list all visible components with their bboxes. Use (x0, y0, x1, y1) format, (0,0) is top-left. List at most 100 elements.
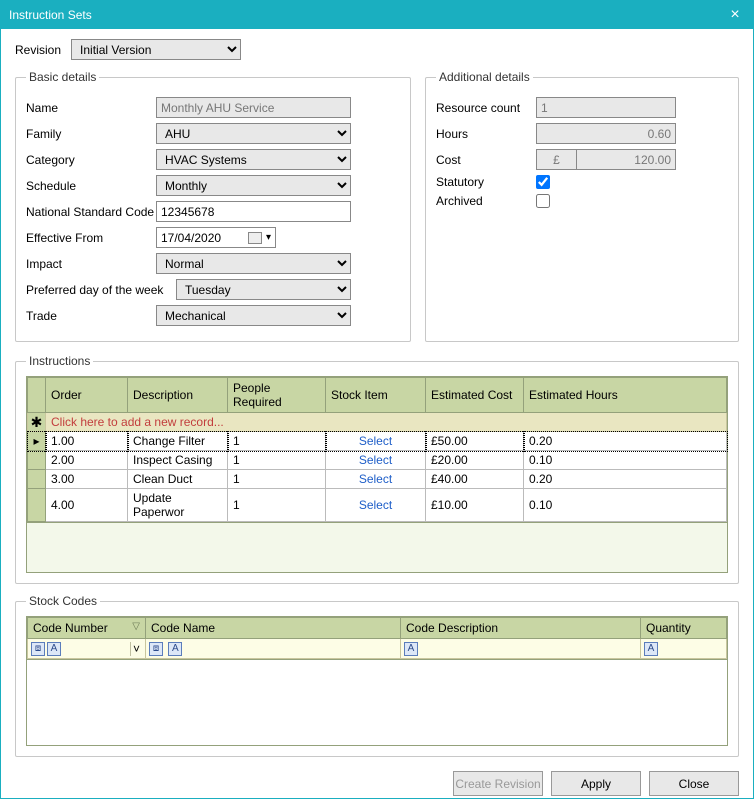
calendar-icon[interactable] (248, 232, 262, 244)
cell-hours[interactable]: 0.10 (524, 451, 727, 470)
col-stock[interactable]: Stock Item (326, 378, 426, 413)
stock-select-link[interactable]: Select (326, 489, 426, 522)
stock-legend: Stock Codes (26, 594, 100, 608)
filter-text-icon[interactable]: A (404, 642, 418, 656)
revision-select[interactable]: Initial Version (71, 39, 241, 60)
instructions-group: Instructions Order Description People Re… (15, 354, 739, 584)
archived-checkbox[interactable] (536, 194, 550, 208)
sort-icon: ▽ (132, 621, 140, 632)
revision-label: Revision (15, 43, 61, 57)
cell-order[interactable]: 1.00 (46, 432, 128, 451)
cell-order[interactable]: 4.00 (46, 489, 128, 522)
cell-desc[interactable]: Change Filter (128, 432, 228, 451)
trade-select[interactable]: Mechanical (156, 305, 351, 326)
family-select[interactable]: AHU (156, 123, 351, 144)
cell-desc[interactable]: Inspect Casing (128, 451, 228, 470)
cost-currency: £ (536, 149, 576, 170)
filter-row[interactable]: ⧈ A ˅ ⧈ A A A (28, 639, 727, 659)
trade-label: Trade (26, 309, 156, 323)
chevron-down-icon[interactable]: ˅ (130, 642, 142, 656)
table-row[interactable]: 2.00 Inspect Casing 1 Select £20.00 0.10 (28, 451, 727, 470)
name-field (156, 97, 351, 118)
effective-datepicker[interactable]: 17/04/2020 ▾ (156, 227, 276, 248)
impact-label: Impact (26, 257, 156, 271)
hours-label: Hours (436, 127, 536, 141)
cell-desc[interactable]: Clean Duct (128, 470, 228, 489)
close-icon[interactable]: × (725, 6, 745, 24)
cell-hours[interactable]: 0.20 (524, 470, 727, 489)
table-row[interactable]: ▸ 1.00 Change Filter 1 Select £50.00 0.2… (28, 432, 727, 451)
chevron-down-icon[interactable]: ▾ (266, 232, 271, 243)
titlebar: Instruction Sets × (1, 1, 753, 29)
category-select[interactable]: HVAC Systems (156, 149, 351, 170)
col-cost[interactable]: Estimated Cost (426, 378, 524, 413)
cell-cost[interactable]: £10.00 (426, 489, 524, 522)
hours-field (536, 123, 676, 144)
stock-select-link[interactable]: Select (326, 451, 426, 470)
instructions-legend: Instructions (26, 354, 93, 368)
nsc-field[interactable] (156, 201, 351, 222)
cell-order[interactable]: 3.00 (46, 470, 128, 489)
nsc-label: National Standard Code (26, 205, 156, 219)
col-people[interactable]: People Required (228, 378, 326, 413)
basic-legend: Basic details (26, 70, 99, 84)
impact-select[interactable]: Normal (156, 253, 351, 274)
col-hours[interactable]: Estimated Hours (524, 378, 727, 413)
filter-icon[interactable]: ⧈ (149, 642, 163, 656)
cell-people[interactable]: 1 (228, 432, 326, 451)
filter-text-icon[interactable]: A (644, 642, 658, 656)
stock-table[interactable]: Code Number▽ Code Name Code Description … (27, 617, 727, 659)
effective-label: Effective From (26, 231, 156, 245)
filter-icon[interactable]: ⧈ (31, 642, 45, 656)
additional-details-group: Additional details Resource count Hours … (425, 70, 739, 342)
table-row[interactable]: 3.00 Clean Duct 1 Select £40.00 0.20 (28, 470, 727, 489)
instructions-table[interactable]: Order Description People Required Stock … (27, 377, 727, 522)
cell-hours[interactable]: 0.10 (524, 489, 727, 522)
col-desc[interactable]: Description (128, 378, 228, 413)
statutory-checkbox[interactable] (536, 175, 550, 189)
resource-field (536, 97, 676, 118)
cell-people[interactable]: 1 (228, 470, 326, 489)
col-order[interactable]: Order (46, 378, 128, 413)
stock-codes-group: Stock Codes Code Number▽ Code Name Code … (15, 594, 739, 757)
apply-button[interactable]: Apply (551, 771, 641, 796)
cell-cost[interactable]: £20.00 (426, 451, 524, 470)
filter-text-icon[interactable]: A (168, 642, 182, 656)
cell-people[interactable]: 1 (228, 489, 326, 522)
new-record-label: Click here to add a new record... (46, 413, 727, 432)
grid-filler (27, 522, 727, 572)
table-row[interactable]: 4.00 Update Paperwor 1 Select £10.00 0.1… (28, 489, 727, 522)
cost-label: Cost (436, 153, 536, 167)
stock-select-link[interactable]: Select (326, 470, 426, 489)
day-select[interactable]: Tuesday (176, 279, 351, 300)
cell-cost[interactable]: £40.00 (426, 470, 524, 489)
cell-cost[interactable]: £50.00 (426, 432, 524, 451)
cell-people[interactable]: 1 (228, 451, 326, 470)
col-code-number[interactable]: Code Number▽ (28, 618, 146, 639)
category-label: Category (26, 153, 156, 167)
col-code-name[interactable]: Code Name (146, 618, 401, 639)
day-label: Preferred day of the week (26, 283, 176, 297)
row-indicator-icon: ▸ (28, 432, 46, 451)
cell-order[interactable]: 2.00 (46, 451, 128, 470)
schedule-label: Schedule (26, 179, 156, 193)
effective-value: 17/04/2020 (161, 231, 244, 245)
rowheader-col (28, 378, 46, 413)
statutory-label: Statutory (436, 175, 536, 189)
cost-field (576, 149, 676, 170)
col-code-desc[interactable]: Code Description (401, 618, 641, 639)
create-revision-button: Create Revision (453, 771, 543, 796)
close-button[interactable]: Close (649, 771, 739, 796)
schedule-select[interactable]: Monthly (156, 175, 351, 196)
family-label: Family (26, 127, 156, 141)
filter-input[interactable] (63, 642, 130, 656)
cell-hours[interactable]: 0.20 (524, 432, 727, 451)
stock-select-link[interactable]: Select (326, 432, 426, 451)
window-title: Instruction Sets (9, 8, 725, 22)
additional-legend: Additional details (436, 70, 533, 84)
new-record-row[interactable]: ✱ Click here to add a new record... (28, 413, 727, 432)
archived-label: Archived (436, 194, 536, 208)
cell-desc[interactable]: Update Paperwor (128, 489, 228, 522)
filter-text-icon[interactable]: A (47, 642, 61, 656)
col-quantity[interactable]: Quantity (641, 618, 727, 639)
